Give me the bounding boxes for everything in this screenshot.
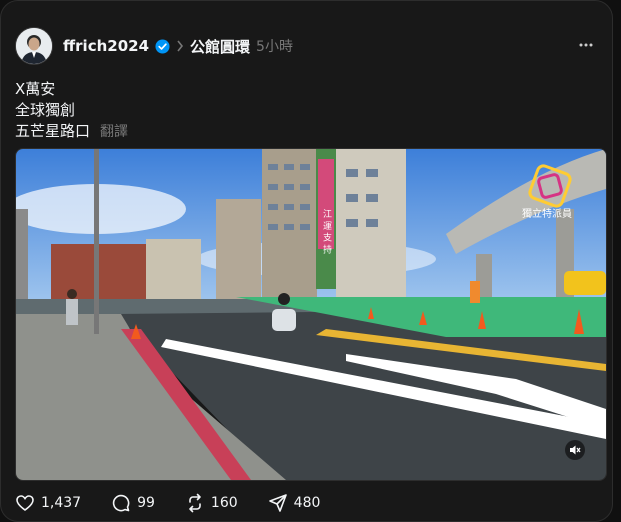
post-time[interactable]: 5小時 bbox=[256, 36, 293, 56]
post-header: ffrich2024 公館圓環 5小時 bbox=[63, 35, 293, 57]
action-bar: 1,437 99 160 480 bbox=[15, 493, 320, 513]
video-player[interactable]: 江 運 支 持 獨立特派員 bbox=[15, 148, 607, 481]
username[interactable]: ffrich2024 bbox=[63, 37, 149, 55]
share-count: 480 bbox=[293, 495, 321, 511]
comment-icon bbox=[112, 494, 130, 512]
translate-link[interactable]: 翻譯 bbox=[100, 124, 128, 140]
post-line: 全球獨創 bbox=[15, 101, 76, 119]
avatar[interactable] bbox=[15, 27, 53, 65]
heart-icon bbox=[16, 495, 34, 511]
post-card: ffrich2024 公館圓環 5小時 X萬安 全球獨創 五芒星路口 翻譯 江 … bbox=[0, 0, 613, 522]
post-line: 五芒星路口 翻譯 bbox=[15, 121, 128, 142]
watermark-text: 獨立特派員 bbox=[522, 207, 572, 220]
video-frame: 江 運 支 持 獨立特派員 bbox=[16, 149, 606, 480]
chevron-right-icon bbox=[177, 40, 184, 52]
share-button[interactable]: 480 bbox=[268, 493, 321, 513]
post-line-text: 五芒星路口 bbox=[15, 122, 91, 140]
like-button[interactable]: 1,437 bbox=[15, 493, 81, 513]
comment-count: 99 bbox=[137, 495, 155, 511]
repost-count: 160 bbox=[210, 495, 238, 511]
like-count: 1,437 bbox=[41, 495, 82, 511]
post-text: X萬安 全球獨創 五芒星路口 翻譯 bbox=[15, 79, 128, 142]
building-banner: 江 運 支 持 bbox=[321, 209, 332, 255]
verified-icon bbox=[155, 38, 170, 54]
more-icon[interactable] bbox=[578, 37, 594, 53]
topic-tag[interactable]: 公館圓環 bbox=[190, 36, 250, 57]
repost-button[interactable]: 160 bbox=[185, 493, 238, 513]
mute-icon[interactable] bbox=[565, 440, 585, 460]
comment-button[interactable]: 99 bbox=[111, 493, 155, 513]
share-icon bbox=[268, 494, 287, 512]
post-line: X萬安 bbox=[15, 80, 56, 98]
repost-icon bbox=[189, 493, 201, 513]
